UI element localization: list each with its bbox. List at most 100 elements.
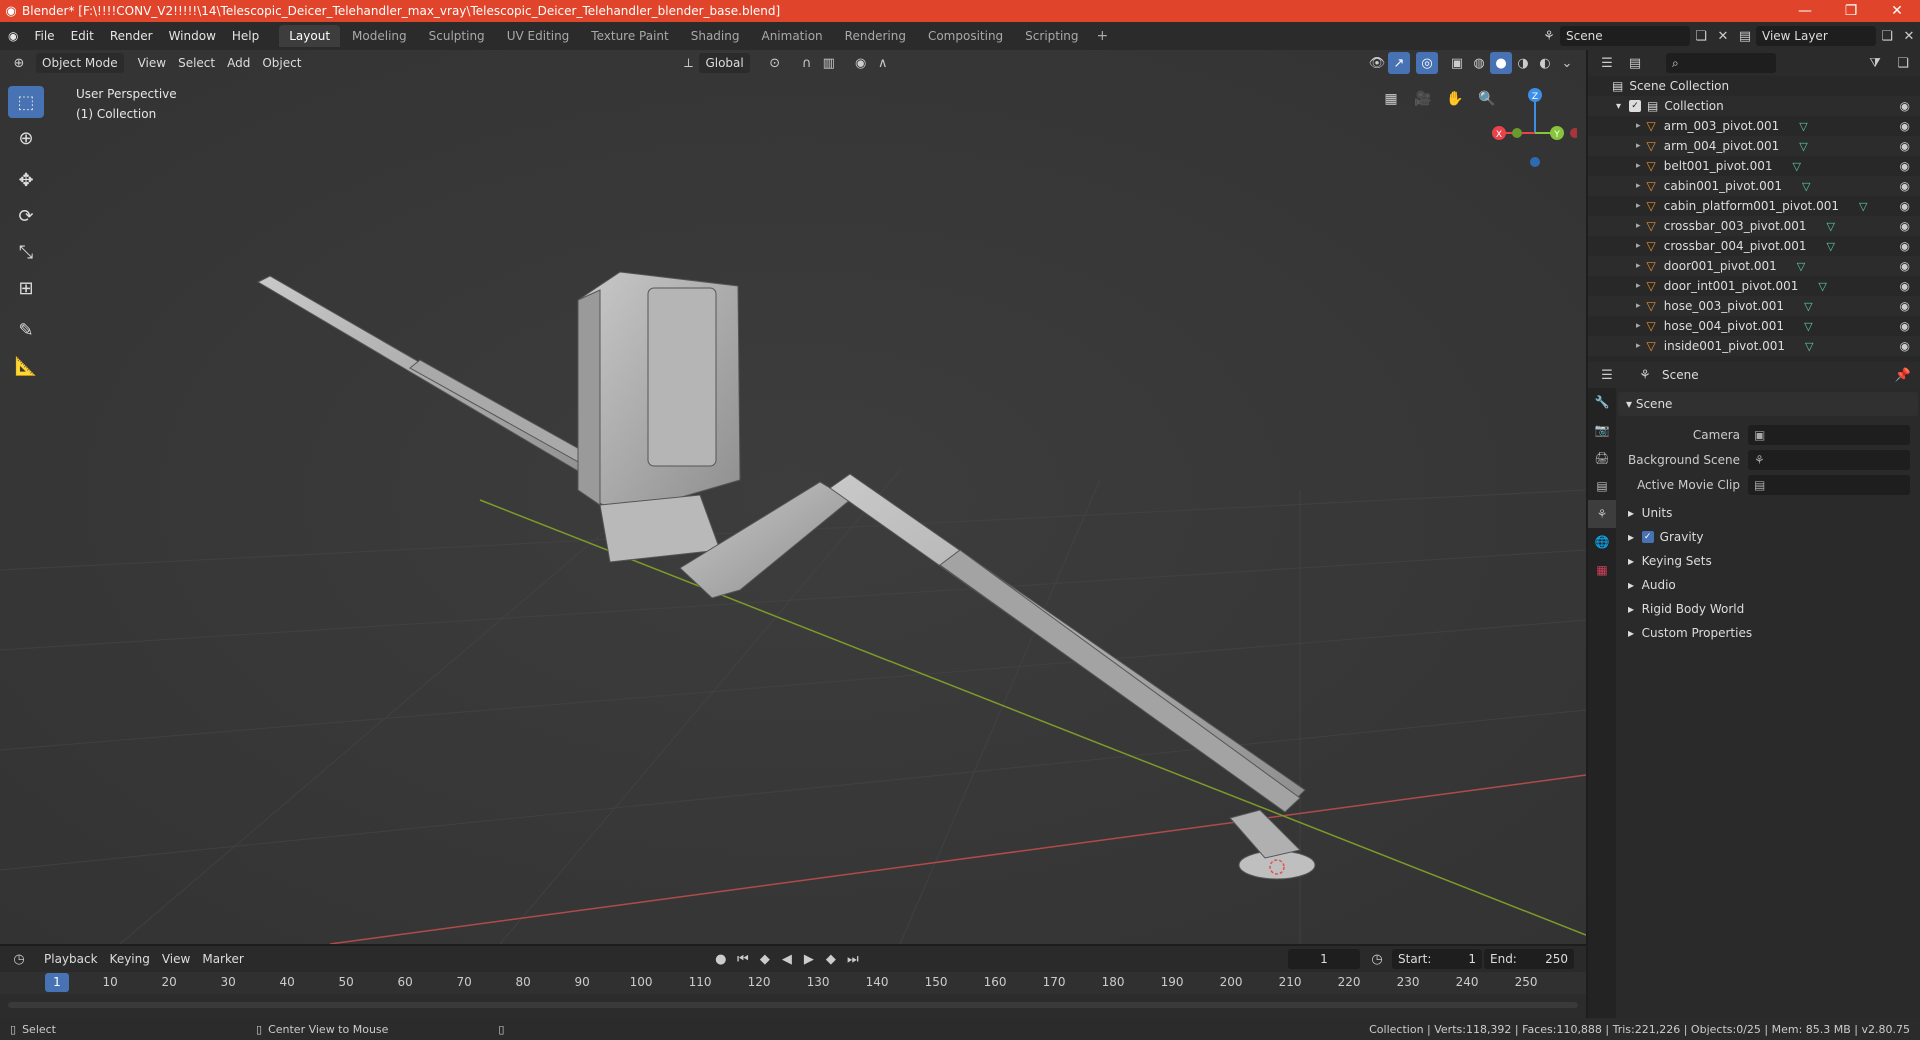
texture-tab-icon[interactable]: ▦ (1588, 556, 1616, 584)
cursor-tool-icon[interactable]: ⊕ (8, 122, 44, 154)
background-scene-field[interactable]: ⚘ (1748, 449, 1910, 470)
xray-icon[interactable]: ▣ (1446, 52, 1468, 74)
mesh-data-icon[interactable]: ▽ (1859, 200, 1867, 213)
shading-rendered-icon[interactable]: ◐ (1534, 52, 1556, 74)
tab-sculpting[interactable]: Sculpting (419, 25, 495, 47)
properties-editor-type-icon[interactable]: ☰ (1596, 364, 1618, 386)
expand-arrow-icon[interactable]: ▸ (1636, 281, 1641, 291)
play-reverse-icon[interactable]: ◀ (776, 948, 798, 970)
keying-sets-panel[interactable]: ▸ Keying Sets (1618, 549, 1918, 573)
tab-modeling[interactable]: Modeling (342, 25, 417, 47)
collection-checkbox[interactable]: ✓ (1629, 100, 1642, 112)
rigid-body-world-panel[interactable]: ▸ Rigid Body World (1618, 597, 1918, 621)
outliner-object-row[interactable]: ▸ ▽ inside001_pivot.001 ▽ ◉ (1588, 336, 1920, 356)
timeline-menu-marker[interactable]: Marker (196, 949, 249, 969)
falloff-icon[interactable]: ∧ (872, 52, 894, 74)
active-movie-clip-field[interactable]: ▤ (1748, 474, 1910, 495)
gravity-panel[interactable]: ▸ ✓ Gravity (1618, 525, 1918, 549)
mesh-data-icon[interactable]: ▽ (1827, 240, 1835, 253)
next-keyframe-icon[interactable]: ◆ (820, 948, 842, 970)
rotate-tool-icon[interactable]: ⟳ (8, 200, 44, 232)
expand-arrow-icon[interactable]: ▸ (1636, 301, 1641, 311)
tab-shading[interactable]: Shading (681, 25, 750, 47)
new-scene-icon[interactable]: ❏ (1690, 25, 1712, 47)
eye-icon[interactable]: ◉ (1900, 179, 1910, 193)
outliner-editor-type-icon[interactable]: ☰ (1596, 52, 1618, 74)
scene-panel-header[interactable]: ▾ Scene (1618, 392, 1918, 416)
timeline-menu-playback[interactable]: Playback (38, 949, 104, 969)
gizmo-toggle-icon[interactable]: ↗ (1388, 52, 1410, 74)
view-layer-selector[interactable]: View Layer (1756, 26, 1876, 46)
overlay-toggle-icon[interactable]: ◎ (1416, 52, 1438, 74)
eye-icon[interactable]: ◉ (1900, 279, 1910, 293)
menu-window[interactable]: Window (161, 22, 224, 50)
end-frame-field[interactable]: End: 250 (1484, 949, 1574, 969)
annotate-tool-icon[interactable]: ✎ (8, 314, 44, 346)
collapse-arrow-icon[interactable]: ▾ (1616, 101, 1621, 112)
snap-icon[interactable]: ∩ (796, 52, 818, 74)
world-tab-icon[interactable]: 🌐 (1588, 528, 1616, 556)
eye-icon[interactable]: ◉ (1900, 219, 1910, 233)
mesh-data-icon[interactable]: ▽ (1799, 120, 1807, 133)
tab-uv-editing[interactable]: UV Editing (497, 25, 580, 47)
mode-selector[interactable]: Object Mode (36, 53, 124, 73)
outliner-object-row[interactable]: ▸ ▽ arm_004_pivot.001 ▽ ◉ (1588, 136, 1920, 156)
navigation-gizmo[interactable]: Z X Y (1485, 84, 1577, 176)
viewport-menu-add[interactable]: Add (221, 53, 256, 73)
scene-selector[interactable]: Scene (1560, 26, 1690, 46)
3d-viewport[interactable]: ⊕ Object Mode View Select Add Object ⟂ G… (0, 50, 1586, 944)
blender-menu-icon[interactable]: ◉ (0, 22, 26, 50)
viewport-menu-select[interactable]: Select (172, 53, 221, 73)
menu-edit[interactable]: Edit (63, 22, 102, 50)
pivot-point-icon[interactable]: ⊙ (764, 52, 786, 74)
prev-keyframe-icon[interactable]: ◆ (754, 948, 776, 970)
eye-icon[interactable]: ◉ (1900, 139, 1910, 153)
menu-file[interactable]: File (26, 22, 62, 50)
snap-target-icon[interactable]: ▥ (818, 52, 840, 74)
mesh-data-icon[interactable]: ▽ (1804, 320, 1812, 333)
view-layer-icon[interactable]: ▤ (1734, 25, 1756, 47)
mesh-data-icon[interactable]: ▽ (1805, 340, 1813, 353)
jump-start-icon[interactable]: ⏮ (732, 948, 754, 970)
eye-icon[interactable]: ◉ (1900, 259, 1910, 273)
measure-tool-icon[interactable]: 📐 (8, 350, 44, 382)
eye-icon[interactable]: ◉ (1900, 119, 1910, 133)
record-icon[interactable]: ● (710, 948, 732, 970)
select-box-tool-icon[interactable]: ⬚ (8, 86, 44, 118)
pan-view-icon[interactable]: ✋ (1442, 86, 1468, 112)
outliner-object-row[interactable]: ▸ ▽ crossbar_004_pivot.001 ▽ ◉ (1588, 236, 1920, 256)
viewport-menu-object[interactable]: Object (256, 53, 307, 73)
custom-properties-panel[interactable]: ▸ Custom Properties (1618, 621, 1918, 645)
mesh-data-icon[interactable]: ▽ (1799, 140, 1807, 153)
restore-button[interactable]: ❐ (1828, 0, 1874, 22)
tab-compositing[interactable]: Compositing (918, 25, 1013, 47)
render-tab-icon[interactable]: 📷 (1588, 416, 1616, 444)
expand-arrow-icon[interactable]: ▸ (1636, 121, 1641, 131)
expand-arrow-icon[interactable]: ▸ (1636, 221, 1641, 231)
timeline-menu-view[interactable]: View (156, 949, 196, 969)
scene-collection-row[interactable]: ▤ Scene Collection (1588, 76, 1920, 96)
expand-arrow-icon[interactable]: ▸ (1636, 321, 1641, 331)
timeline-editor-type-icon[interactable]: ◷ (8, 948, 30, 970)
timeline-scrollbar[interactable] (8, 1002, 1578, 1008)
eye-icon[interactable]: ◉ (1900, 319, 1910, 333)
minimize-button[interactable]: — (1782, 0, 1828, 22)
outliner-object-row[interactable]: ▸ ▽ arm_003_pivot.001 ▽ ◉ (1588, 116, 1920, 136)
outliner-object-row[interactable]: ▸ ▽ belt001_pivot.001 ▽ ◉ (1588, 156, 1920, 176)
toggle-perspective-icon[interactable]: ▦ (1378, 86, 1404, 112)
scene-tab-icon[interactable]: ⚘ (1588, 500, 1616, 528)
mesh-data-icon[interactable]: ▽ (1797, 260, 1805, 273)
outliner-object-row[interactable]: ▸ ▽ crossbar_003_pivot.001 ▽ ◉ (1588, 216, 1920, 236)
shading-options-icon[interactable]: ⌄ (1556, 52, 1578, 74)
pin-icon[interactable]: 📌 (1892, 364, 1914, 386)
close-button[interactable]: ✕ (1874, 0, 1920, 22)
tab-layout[interactable]: Layout (279, 25, 341, 47)
outliner-object-row[interactable]: ▸ ▽ hose_004_pivot.001 ▽ ◉ (1588, 316, 1920, 336)
eye-icon[interactable]: ◉ (1900, 199, 1910, 213)
expand-arrow-icon[interactable]: ▸ (1636, 241, 1641, 251)
expand-arrow-icon[interactable]: ▸ (1636, 341, 1641, 351)
viewport-menu-view[interactable]: View (132, 53, 172, 73)
proportional-edit-icon[interactable]: ◉ (850, 52, 872, 74)
collection-row[interactable]: ▾ ✓ ▤ Collection ◉ (1588, 96, 1920, 116)
current-frame-field[interactable]: 1 (1288, 949, 1360, 969)
